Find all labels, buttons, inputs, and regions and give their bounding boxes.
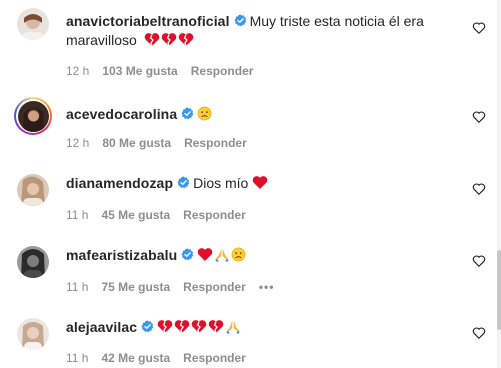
comment-time[interactable]: 11 h bbox=[66, 280, 88, 294]
comment-text: Muy triste esta noticia él era bbox=[249, 13, 424, 29]
likes-count[interactable]: 80 Me gusta bbox=[102, 136, 171, 150]
comment-time[interactable]: 11 h bbox=[66, 208, 88, 222]
broken-heart-icon bbox=[161, 33, 176, 47]
username[interactable]: alejaavilac bbox=[66, 319, 137, 335]
comment-body: alejaavilac bbox=[66, 318, 456, 337]
broken-heart-icon bbox=[157, 320, 173, 334]
reply-button[interactable]: Responder bbox=[183, 280, 246, 294]
username[interactable]: acevedocarolina bbox=[66, 106, 177, 122]
comment-body: dianamendozap Dios mío bbox=[66, 174, 456, 193]
reply-button[interactable]: Responder bbox=[183, 208, 246, 222]
emoji-group bbox=[144, 32, 195, 48]
avatar[interactable] bbox=[17, 8, 49, 40]
username[interactable]: anavictoriabeltranoficial bbox=[66, 13, 230, 29]
broken-heart-icon bbox=[178, 33, 193, 47]
likes-count[interactable]: 42 Me gusta bbox=[101, 351, 170, 365]
sad-face-icon bbox=[197, 106, 212, 121]
like-heart-icon[interactable] bbox=[472, 254, 486, 268]
comment-meta: 11 h 75 Me gusta Responder ••• bbox=[66, 280, 287, 294]
comment-time[interactable]: 12 h bbox=[66, 136, 89, 150]
broken-heart-icon bbox=[174, 320, 190, 334]
reply-button[interactable]: Responder bbox=[191, 64, 254, 78]
username[interactable]: mafearistizabalu bbox=[66, 247, 177, 263]
broken-heart-icon bbox=[208, 320, 224, 334]
like-heart-icon[interactable] bbox=[472, 110, 486, 124]
likes-count[interactable]: 45 Me gusta bbox=[101, 208, 170, 222]
like-heart-icon[interactable] bbox=[472, 182, 486, 196]
comment-meta: 11 h 45 Me gusta Responder bbox=[66, 208, 259, 222]
like-heart-icon[interactable] bbox=[472, 326, 486, 340]
like-heart-icon[interactable] bbox=[472, 21, 486, 35]
praying-hands-icon bbox=[226, 320, 240, 334]
verified-badge-icon bbox=[177, 176, 190, 189]
comment-meta: 11 h 42 Me gusta Responder bbox=[66, 351, 259, 365]
avatar[interactable] bbox=[14, 97, 52, 135]
comment-body: acevedocarolina bbox=[66, 105, 456, 124]
praying-hands-icon bbox=[215, 248, 230, 262]
comment-meta: 12 h 103 Me gusta Responder bbox=[66, 64, 266, 78]
verified-badge-icon bbox=[181, 107, 194, 120]
comment-body: anavictoriabeltranoficial Muy triste esta… bbox=[66, 12, 456, 50]
likes-count[interactable]: 75 Me gusta bbox=[101, 280, 170, 294]
reply-button[interactable]: Responder bbox=[183, 351, 246, 365]
username[interactable]: dianamendozap bbox=[66, 175, 173, 191]
more-options-button[interactable]: ••• bbox=[259, 280, 275, 294]
reply-button[interactable]: Responder bbox=[184, 136, 247, 150]
comment-text: Dios mío bbox=[193, 175, 249, 191]
broken-heart-icon bbox=[191, 320, 207, 334]
broken-heart-icon bbox=[144, 33, 159, 47]
scrollbar-thumb[interactable] bbox=[497, 250, 501, 330]
avatar[interactable] bbox=[17, 246, 49, 278]
red-heart-icon bbox=[198, 248, 213, 261]
verified-badge-icon bbox=[141, 320, 154, 333]
avatar[interactable] bbox=[17, 318, 49, 350]
verified-badge-icon bbox=[234, 14, 246, 27]
comment-time[interactable]: 12 h bbox=[66, 64, 89, 78]
comment-text: maravilloso bbox=[66, 32, 137, 48]
sad-face-icon bbox=[231, 247, 246, 262]
comment-time[interactable]: 11 h bbox=[66, 351, 88, 365]
likes-count[interactable]: 103 Me gusta bbox=[102, 64, 177, 78]
verified-badge-icon bbox=[181, 248, 194, 261]
avatar[interactable] bbox=[17, 174, 49, 206]
comment-body: mafearistizabalu bbox=[66, 246, 456, 265]
comment-meta: 12 h 80 Me gusta Responder bbox=[66, 136, 260, 150]
red-heart-icon bbox=[252, 176, 268, 189]
